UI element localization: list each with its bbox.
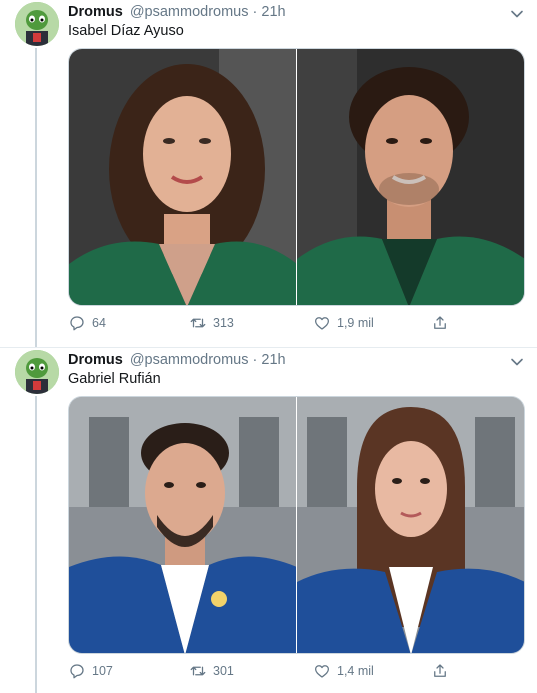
media-grid <box>68 48 525 306</box>
reply-button[interactable]: 107 <box>68 662 113 680</box>
like-count: 1,4 mil <box>337 664 374 678</box>
retweet-button[interactable]: 301 <box>189 662 234 680</box>
avatar[interactable] <box>15 2 59 46</box>
reply-icon <box>70 316 84 331</box>
reply-button[interactable]: 64 <box>68 314 106 332</box>
author-handle[interactable]: @psammodromus <box>130 352 249 368</box>
like-icon <box>314 317 330 330</box>
retweet-count: 301 <box>213 664 234 678</box>
tweet-header: Dromus @psammodromus · 21h <box>68 4 527 24</box>
avatar[interactable] <box>15 350 59 394</box>
timestamp[interactable]: 21h <box>261 352 285 368</box>
tweet[interactable]: Dromus @psammodromus · 21h Gabriel Rufiá… <box>0 348 537 693</box>
like-icon <box>314 665 330 678</box>
retweet-button[interactable]: 313 <box>189 314 234 332</box>
like-button[interactable]: 1,4 mil <box>313 662 374 680</box>
thread-line <box>35 48 37 347</box>
share-button[interactable] <box>431 314 449 332</box>
reply-count: 107 <box>92 664 113 678</box>
share-icon <box>434 316 446 329</box>
chevron-down-icon[interactable] <box>507 4 527 24</box>
retweet-icon <box>190 666 206 676</box>
tweet-actions: 107 301 1,4 mil <box>68 662 468 682</box>
tweet-text: Isabel Díaz Ayuso <box>68 23 184 39</box>
timestamp[interactable]: 21h <box>261 4 285 20</box>
retweet-icon <box>190 318 206 328</box>
tweet-header: Dromus @psammodromus · 21h <box>68 352 527 372</box>
tweet-actions: 64 313 1,9 mil <box>68 314 468 334</box>
media-grid <box>68 396 525 654</box>
tweet-text: Gabriel Rufián <box>68 371 161 387</box>
reply-count: 64 <box>92 316 106 330</box>
separator: · <box>252 352 258 368</box>
author-name[interactable]: Dromus <box>68 4 123 20</box>
photo[interactable] <box>69 397 296 653</box>
share-button[interactable] <box>431 662 449 680</box>
thread-line <box>35 396 37 693</box>
share-icon <box>434 664 446 677</box>
author-handle[interactable]: @psammodromus <box>130 4 249 20</box>
retweet-count: 313 <box>213 316 234 330</box>
photo[interactable] <box>69 49 296 305</box>
like-count: 1,9 mil <box>337 316 374 330</box>
like-button[interactable]: 1,9 mil <box>313 314 374 332</box>
tweet[interactable]: Dromus @psammodromus · 21h Isabel Díaz A… <box>0 0 537 348</box>
reply-icon <box>70 664 84 679</box>
photo[interactable] <box>297 397 524 653</box>
separator: · <box>252 4 258 20</box>
chevron-down-icon[interactable] <box>507 352 527 372</box>
author-name[interactable]: Dromus <box>68 352 123 368</box>
photo[interactable] <box>297 49 524 305</box>
